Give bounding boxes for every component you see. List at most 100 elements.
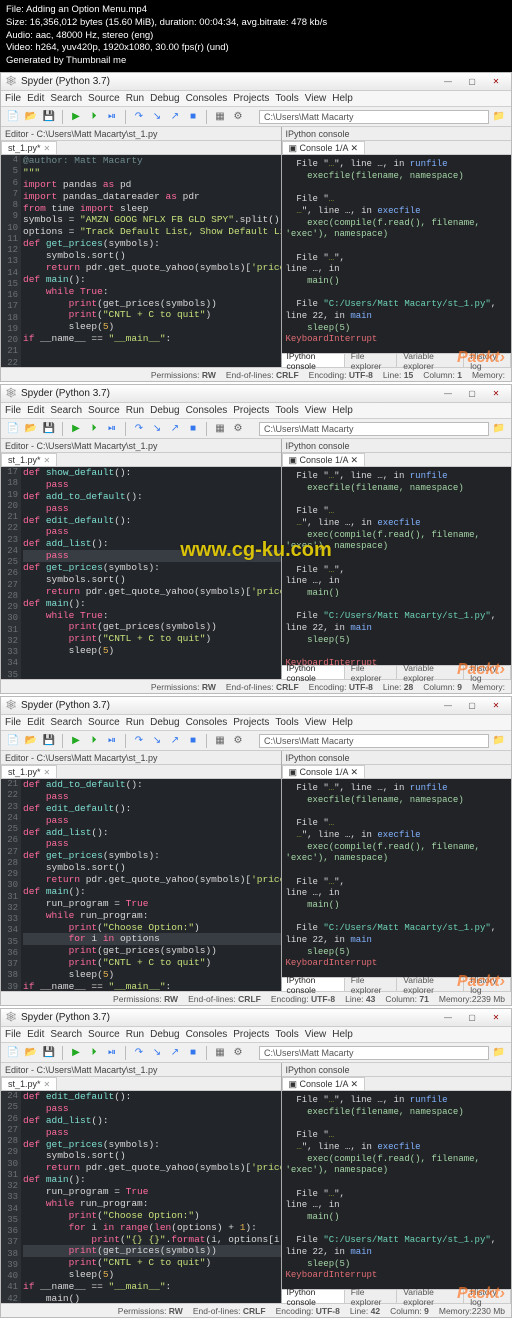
step-over-icon[interactable]: ↷ bbox=[131, 421, 147, 437]
code-line[interactable]: symbols.sort() bbox=[23, 574, 281, 586]
debug-icon[interactable]: ⏯ bbox=[104, 109, 120, 125]
code-line[interactable]: def add_to_default(): bbox=[23, 491, 281, 503]
minimize-button[interactable]: — bbox=[437, 699, 459, 713]
code-line[interactable]: def edit_default(): bbox=[23, 803, 281, 815]
code-line[interactable]: while True: bbox=[23, 610, 281, 622]
console-output[interactable]: File "…", line …, in runfile execfile(fi… bbox=[282, 1091, 512, 1289]
code-line[interactable]: print("CNTL + C to quit") bbox=[23, 957, 281, 969]
menu-item[interactable]: Tools bbox=[275, 717, 298, 728]
code-line[interactable]: symbols.sort() bbox=[23, 1150, 281, 1162]
step-into-icon[interactable]: ↘ bbox=[149, 109, 165, 125]
code-line[interactable]: print(get_prices(symbols)) bbox=[23, 621, 281, 633]
code-line[interactable]: sleep(5) bbox=[23, 321, 281, 333]
prefs-icon[interactable]: ⚙ bbox=[230, 1045, 246, 1061]
close-button[interactable]: ✕ bbox=[485, 75, 507, 89]
code-line[interactable]: run_program = True bbox=[23, 898, 281, 910]
menu-item[interactable]: Search bbox=[50, 717, 82, 728]
menu-item[interactable]: Debug bbox=[150, 717, 179, 728]
pane-tab[interactable]: Variable explorer bbox=[398, 1290, 464, 1303]
run-icon[interactable]: ▶ bbox=[68, 109, 84, 125]
code-editor[interactable]: 2122232425262728293031323334353637383940… bbox=[1, 779, 281, 991]
code-line[interactable]: if __name__ == "__main__": bbox=[23, 981, 281, 991]
code-line[interactable]: pass bbox=[23, 503, 281, 515]
stop-icon[interactable]: ■ bbox=[185, 421, 201, 437]
code-line[interactable]: def get_prices(symbols): bbox=[23, 850, 281, 862]
minimize-button[interactable]: — bbox=[437, 387, 459, 401]
folder-up-icon[interactable]: 📁 bbox=[491, 1045, 507, 1061]
folder-up-icon[interactable]: 📁 bbox=[491, 421, 507, 437]
code-line[interactable]: from time import sleep bbox=[23, 203, 281, 215]
stop-icon[interactable]: ■ bbox=[185, 733, 201, 749]
menu-item[interactable]: Run bbox=[126, 93, 144, 104]
code-line[interactable]: symbols = "AMZN GOOG NFLX FB GLD SPY".sp… bbox=[23, 214, 281, 226]
stop-icon[interactable]: ■ bbox=[185, 109, 201, 125]
new-file-icon[interactable]: 📄 bbox=[5, 421, 21, 437]
pane-tab[interactable]: History log bbox=[465, 354, 511, 367]
open-icon[interactable]: 📂 bbox=[23, 421, 39, 437]
menu-item[interactable]: Projects bbox=[233, 405, 269, 416]
code-line[interactable]: def edit_default(): bbox=[23, 1091, 281, 1103]
menu-item[interactable]: Help bbox=[332, 93, 353, 104]
step-into-icon[interactable]: ↘ bbox=[149, 733, 165, 749]
pane-tab[interactable]: IPython console bbox=[282, 354, 345, 367]
code-line[interactable]: def main(): bbox=[23, 886, 281, 898]
menu-item[interactable]: Consoles bbox=[186, 93, 228, 104]
pane-tab[interactable]: File explorer bbox=[346, 666, 397, 679]
code-line[interactable]: return pdr.get_quote_yahoo(symbols)['pri… bbox=[23, 1162, 281, 1174]
working-dir[interactable]: C:\Users\Matt Macarty bbox=[259, 734, 489, 748]
pane-tab[interactable]: IPython console bbox=[282, 978, 345, 991]
code-line[interactable]: while True: bbox=[23, 286, 281, 298]
step-out-icon[interactable]: ↗ bbox=[167, 109, 183, 125]
pane-tab[interactable]: History log bbox=[465, 978, 511, 991]
pane-tab[interactable]: File explorer bbox=[346, 1290, 397, 1303]
menu-item[interactable]: View bbox=[305, 405, 327, 416]
menu-item[interactable]: File bbox=[5, 405, 21, 416]
code-line[interactable]: def get_prices(symbols): bbox=[23, 1139, 281, 1151]
code-line[interactable]: def edit_default(): bbox=[23, 515, 281, 527]
step-into-icon[interactable]: ↘ bbox=[149, 421, 165, 437]
console-tab[interactable]: ▣ Console 1/A ✕ bbox=[282, 765, 366, 778]
menu-item[interactable]: View bbox=[305, 93, 327, 104]
run-cell-icon[interactable]: ⏵ bbox=[86, 421, 102, 437]
close-button[interactable]: ✕ bbox=[485, 387, 507, 401]
run-icon[interactable]: ▶ bbox=[68, 733, 84, 749]
code-line[interactable]: def main(): bbox=[23, 598, 281, 610]
code-line[interactable]: pass bbox=[23, 815, 281, 827]
open-icon[interactable]: 📂 bbox=[23, 733, 39, 749]
maximize-button[interactable]: ▢ bbox=[461, 699, 483, 713]
menu-item[interactable]: File bbox=[5, 93, 21, 104]
code-line[interactable]: print("{} {}".format(i, options[i-1])) bbox=[23, 1234, 281, 1246]
folder-up-icon[interactable]: 📁 bbox=[491, 733, 507, 749]
run-cell-icon[interactable]: ⏵ bbox=[86, 1045, 102, 1061]
code-line[interactable]: def get_prices(symbols): bbox=[23, 562, 281, 574]
code-line[interactable]: symbols.sort() bbox=[23, 862, 281, 874]
code-line[interactable]: main() bbox=[23, 1293, 281, 1303]
menu-item[interactable]: Run bbox=[126, 1029, 144, 1040]
code-line[interactable]: print(get_prices(symbols)) bbox=[23, 1245, 281, 1257]
prefs-icon[interactable]: ⚙ bbox=[230, 733, 246, 749]
layout-icon[interactable]: ▦ bbox=[212, 733, 228, 749]
code-line[interactable]: print(get_prices(symbols)) bbox=[23, 945, 281, 957]
run-cell-icon[interactable]: ⏵ bbox=[86, 733, 102, 749]
code-line[interactable]: import pandas as pd bbox=[23, 179, 281, 191]
console-tab[interactable]: ▣ Console 1/A ✕ bbox=[282, 1077, 366, 1090]
prefs-icon[interactable]: ⚙ bbox=[230, 109, 246, 125]
editor-tab[interactable]: st_1.py* ✕ bbox=[1, 1077, 57, 1090]
code-line[interactable]: print("Choose Option:") bbox=[23, 922, 281, 934]
pane-tab[interactable]: History log bbox=[465, 1290, 511, 1303]
code-line[interactable]: run_program = True bbox=[23, 1186, 281, 1198]
step-over-icon[interactable]: ↷ bbox=[131, 1045, 147, 1061]
code-line[interactable]: print("CNTL + C to quit") bbox=[23, 633, 281, 645]
code-line[interactable]: print(get_prices(symbols)) bbox=[23, 298, 281, 310]
code-line[interactable]: sleep(5) bbox=[23, 1269, 281, 1281]
code-line[interactable]: @author: Matt Macarty bbox=[23, 155, 281, 167]
pane-tab[interactable]: Variable explorer bbox=[398, 354, 464, 367]
minimize-button[interactable]: — bbox=[437, 75, 459, 89]
pane-tab[interactable]: IPython console bbox=[282, 666, 345, 679]
menu-item[interactable]: Projects bbox=[233, 1029, 269, 1040]
stop-icon[interactable]: ■ bbox=[185, 1045, 201, 1061]
save-icon[interactable]: 💾 bbox=[41, 109, 57, 125]
code-line[interactable]: print("CNTL + C to quit") bbox=[23, 1257, 281, 1269]
menu-item[interactable]: Debug bbox=[150, 1029, 179, 1040]
layout-icon[interactable]: ▦ bbox=[212, 421, 228, 437]
